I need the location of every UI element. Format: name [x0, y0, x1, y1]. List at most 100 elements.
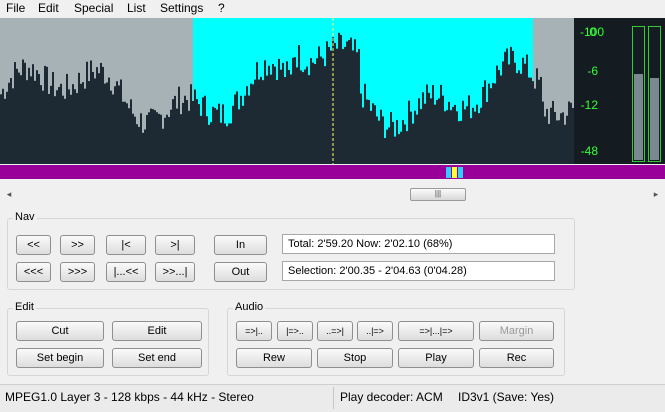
waveform-peak [510, 46, 512, 164]
nav-out-button[interactable]: Out [214, 262, 267, 282]
waveform-peak [310, 58, 312, 164]
nav-back-button[interactable]: << [16, 235, 51, 255]
nav-fast-forward-button[interactable]: >>> [60, 262, 95, 282]
waveform-peak [172, 99, 174, 164]
menu-help[interactable]: ? [218, 1, 225, 16]
waveform-peak [498, 70, 500, 164]
waveform-peak [236, 91, 238, 164]
waveform-peak [100, 62, 102, 164]
waveform-canvas[interactable] [0, 18, 574, 164]
waveform-peak [546, 108, 548, 164]
waveform-peak [372, 103, 374, 164]
waveform-peak [398, 134, 400, 164]
menu-special[interactable]: Special [74, 1, 113, 16]
status-id3: ID3v1 (Save: Yes) [458, 390, 555, 404]
waveform-peak [188, 110, 190, 164]
waveform-peak [134, 116, 136, 164]
waveform-peak [242, 105, 244, 164]
waveform-peak [382, 116, 384, 164]
rew-button[interactable]: Rew [236, 348, 312, 368]
waveform-peak [370, 110, 372, 164]
waveform-peak [460, 120, 462, 164]
waveform-peak [432, 85, 434, 164]
audio-play-from-begin-button[interactable]: |=>.. [277, 321, 313, 341]
overview-marker-begin[interactable] [446, 167, 451, 178]
audio-play-selection-button[interactable]: =>|...|=> [398, 321, 474, 341]
meter-bar-right [648, 26, 661, 162]
waveform-peak [314, 64, 316, 164]
scroll-left-arrow-icon[interactable]: ◂ [2, 186, 16, 202]
waveform-peak [550, 107, 552, 164]
menu-edit[interactable]: Edit [38, 1, 59, 16]
nav-go-start-button[interactable]: |< [106, 235, 146, 255]
stop-button[interactable]: Stop [317, 348, 393, 368]
nav-in-button[interactable]: In [214, 235, 267, 255]
waveform-peak [10, 78, 12, 164]
menu-file[interactable]: File [6, 1, 25, 16]
waveform-peak [238, 109, 240, 164]
waveform-peak [234, 94, 236, 164]
waveform-peak [132, 113, 134, 164]
waveform-peak [220, 122, 222, 164]
waveform-peak [166, 114, 168, 164]
audio-play-to-begin-button[interactable]: =>|.. [236, 321, 272, 341]
meter-label-minus48: -48 [580, 144, 598, 158]
nav-start-back-button[interactable]: |...<< [106, 262, 146, 282]
waveform-peak [104, 83, 106, 164]
waveform-peak [112, 94, 114, 164]
scroll-right-arrow-icon[interactable]: ▸ [649, 186, 663, 202]
waveform-view[interactable] [0, 18, 574, 164]
scroll-thumb[interactable]: ||| [410, 188, 466, 201]
menu-settings[interactable]: Settings [160, 1, 203, 16]
edit-button[interactable]: Edit [112, 321, 202, 341]
status-decoder: Play decoder: ACM [340, 390, 443, 404]
nav-forward-end-button[interactable]: >>...| [155, 262, 195, 282]
cut-button[interactable]: Cut [16, 321, 104, 341]
waveform-peak [346, 41, 348, 164]
waveform-peak [174, 95, 176, 164]
waveform-peak [452, 106, 454, 164]
waveform-peak [536, 68, 538, 164]
waveform-peak [114, 86, 116, 164]
waveform-peak [298, 45, 300, 164]
audio-play-from-end-button[interactable]: ..|=> [357, 321, 393, 341]
waveform-peak [118, 85, 120, 164]
nav-forward-button[interactable]: >> [60, 235, 95, 255]
waveform-peak [260, 76, 262, 164]
waveform-peak [548, 123, 550, 164]
meter-fill [634, 74, 643, 160]
nav-group-label: Nav [13, 211, 37, 223]
waveform-peak [158, 113, 160, 164]
overview-marker-cursor[interactable] [452, 167, 457, 178]
waveform-peak [244, 95, 246, 164]
menu-list[interactable]: List [127, 1, 146, 16]
waveform-peak [210, 122, 212, 164]
waveform-peak [540, 76, 542, 164]
horizontal-scrollbar[interactable]: ◂ ||| ▸ [0, 186, 665, 202]
set-end-button[interactable]: Set end [112, 348, 202, 368]
waveform-peak [542, 101, 544, 164]
play-button[interactable]: Play [398, 348, 474, 368]
waveform-peak [106, 82, 108, 164]
waveform-peak [470, 118, 472, 164]
waveform-peak [226, 126, 228, 164]
waveform-peak [376, 116, 378, 164]
waveform-peak [522, 57, 524, 164]
waveform-peak [258, 79, 260, 164]
waveform-peak [270, 74, 272, 164]
margin-button[interactable]: Margin [479, 321, 554, 341]
set-begin-button[interactable]: Set begin [16, 348, 104, 368]
overview-bar[interactable] [0, 165, 665, 179]
overview-marker-end[interactable] [458, 167, 463, 178]
rec-button[interactable]: Rec [479, 348, 554, 368]
waveform-peak [72, 84, 74, 164]
waveform-peak [364, 83, 366, 164]
waveform-peak [300, 70, 302, 164]
meter-label-minus100: -100 [579, 25, 604, 39]
nav-fast-back-button[interactable]: <<< [16, 262, 51, 282]
audio-play-to-end-button[interactable]: ..=>| [317, 321, 353, 341]
waveform-peak [102, 66, 104, 164]
nav-go-end-button[interactable]: >| [155, 235, 195, 255]
waveform-peak [90, 60, 92, 164]
waveform-peak [42, 90, 44, 164]
